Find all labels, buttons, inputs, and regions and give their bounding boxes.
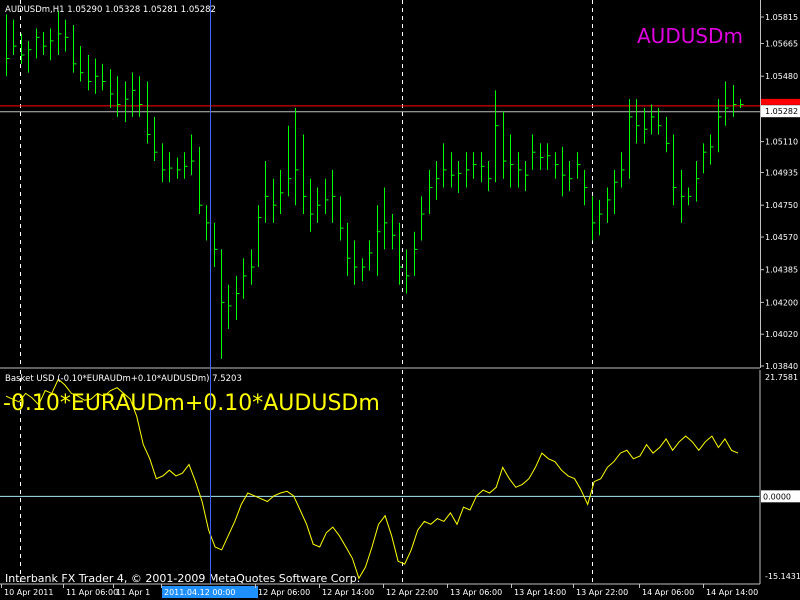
time-label: 14 Apr 14:00	[706, 588, 758, 597]
time-label: 14 Apr 06:00	[642, 588, 694, 597]
time-label: 12 Apr 06:00	[258, 588, 310, 597]
time-label: 10 Apr 2011	[4, 588, 53, 597]
time-label: 11 Apr 1	[116, 588, 150, 597]
price-label: 1.05110	[765, 138, 798, 147]
price-label: 1.05480	[765, 72, 798, 81]
red-line-tag	[761, 98, 800, 105]
zero-label: 0.0000	[763, 492, 791, 501]
time-label: 12 Apr 22:00	[386, 588, 438, 597]
time-label: 13 Apr 06:00	[450, 588, 502, 597]
symbol-label: AUDUSDm	[637, 24, 743, 48]
copyright-label: Interbank FX Trader 4, © 2001-2009 MetaQ…	[5, 572, 360, 585]
price-label: 1.04570	[765, 233, 798, 242]
current-price-label: 1.05282	[765, 107, 798, 116]
price-label: 1.04020	[765, 330, 798, 339]
time-label: 13 Apr 22:00	[576, 588, 628, 597]
chart-window[interactable]: AUDUSDm,H1 1.05290 1.05328 1.05281 1.052…	[0, 0, 800, 600]
chart-background	[0, 0, 800, 600]
price-label: 1.03840	[765, 362, 798, 371]
price-label: 1.05815	[765, 13, 798, 22]
main-header: AUDUSDm,H1 1.05290 1.05328 1.05281 1.052…	[5, 5, 216, 15]
price-label: 1.04200	[765, 298, 798, 307]
time-label: 13 Apr 14:00	[514, 588, 566, 597]
formula-label: -0.10*EURAUDm+0.10*AUDUSDm	[3, 391, 380, 416]
price-label: 1.04935	[765, 169, 798, 178]
price-label: 1.05665	[765, 40, 798, 49]
indicator-axis-top: 21.7581	[765, 373, 798, 382]
time-label: 11 Apr 06:00	[66, 588, 118, 597]
time-label: 2011.04.12 00:00	[164, 588, 235, 597]
price-label: 1.04385	[765, 266, 798, 275]
time-label: 12 Apr 14:00	[322, 588, 374, 597]
price-label: 1.04750	[765, 201, 798, 210]
indicator-axis-bottom: -15.1431	[765, 572, 800, 581]
indicator-header: Basket USD (-0.10*EURAUDm+0.10*AUDUSDm) …	[5, 374, 242, 384]
